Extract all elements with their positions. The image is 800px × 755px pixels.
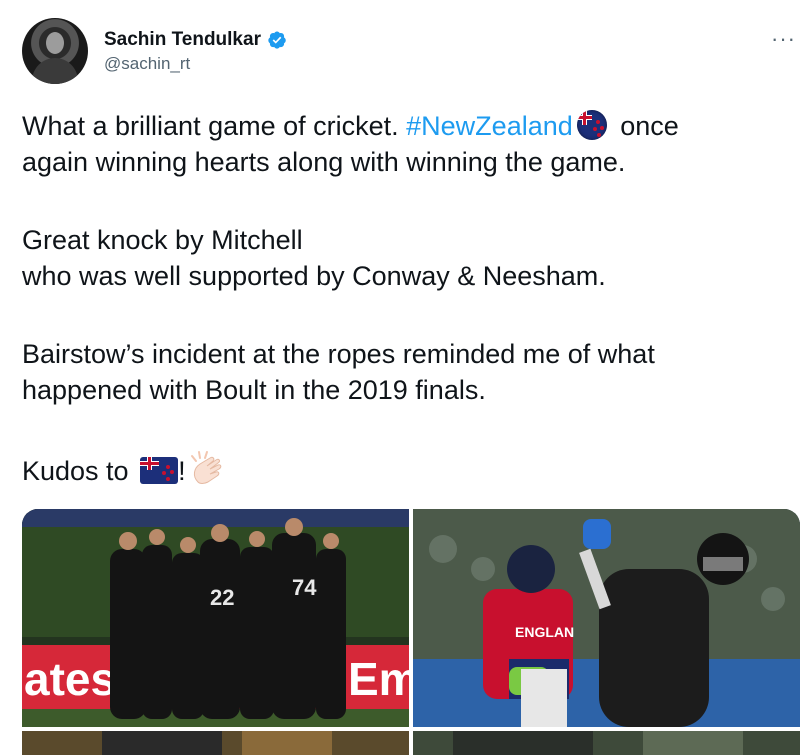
bottom-left-image (22, 731, 409, 755)
hashtag-link[interactable]: #NewZealand (406, 111, 573, 141)
jersey-number-22: 22 (210, 585, 234, 610)
tweet-line: Great knock by Mitchell (22, 225, 303, 255)
team-celebration-image: ates Em 22 74 (22, 509, 409, 727)
banner-text-left: ates (24, 653, 116, 705)
tweet-line: What a brilliant game of cricket. #NewZe… (22, 108, 800, 144)
tweet-body: What a brilliant game of cricket. #NewZe… (22, 108, 800, 486)
tweet-header: Sachin Tendulkar @sachin_rt ··· (22, 18, 800, 86)
new-zealand-flag-icon (140, 457, 179, 484)
tweet-line: happened with Boult in the 2019 finals. (22, 375, 486, 405)
verified-badge-icon (268, 31, 286, 49)
media-grid: ates Em 22 74 ENGLAN (22, 509, 800, 755)
tweet-text-segment: ! (178, 456, 186, 486)
batsman-image: ENGLAN (413, 509, 800, 727)
tweet-line: again winning hearts along with winning … (22, 147, 626, 177)
author-name-row: Sachin Tendulkar (104, 28, 287, 52)
bottom-right-image (413, 731, 800, 755)
tweet-line: Kudos to ! (22, 450, 800, 486)
new-zealand-flag-icon (576, 110, 607, 140)
avatar-head-shape (46, 32, 64, 54)
bottom-left-photo[interactable] (22, 731, 409, 755)
tweet-text-segment: What a brilliant game of cricket. (22, 111, 407, 141)
author-name[interactable]: Sachin Tendulkar (104, 29, 261, 51)
team-celebration-photo[interactable]: ates Em 22 74 (22, 509, 409, 727)
clapping-hands-icon (190, 451, 221, 484)
bottom-right-photo[interactable] (413, 731, 800, 755)
author-avatar[interactable] (22, 18, 88, 84)
banner-text-right: Em (348, 653, 409, 705)
tweet-text-segment: Kudos to (22, 456, 137, 486)
tweet-line: who was well supported by Conway & Neesh… (22, 261, 606, 291)
more-options-icon[interactable]: ··· (771, 26, 796, 52)
author-handle[interactable]: @sachin_rt (104, 54, 190, 74)
tweet-line: Bairstow’s incident at the ropes reminde… (22, 339, 655, 369)
tweet-text-segment: once (612, 111, 679, 141)
jersey-text-england: ENGLAN (515, 624, 574, 640)
jersey-number-74: 74 (292, 575, 317, 600)
avatar-body-shape (32, 58, 78, 84)
batsman-photo[interactable]: ENGLAN (413, 509, 800, 727)
